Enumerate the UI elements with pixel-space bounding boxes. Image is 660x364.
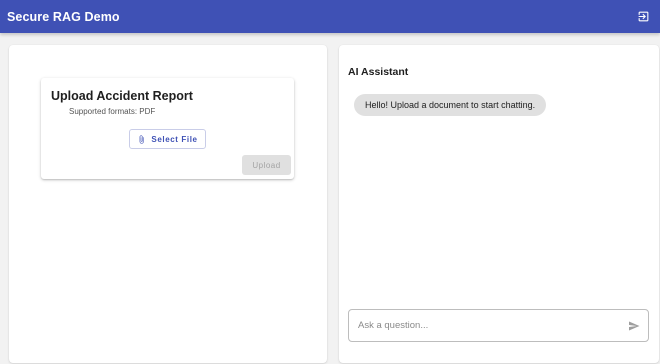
chat-panel: AI Assistant Hello! Upload a document to… (339, 45, 659, 363)
upload-card: Upload Accident Report Supported formats… (41, 78, 294, 179)
send-icon[interactable] (627, 319, 641, 333)
app-bar: Secure RAG Demo (0, 0, 660, 33)
question-input[interactable] (358, 320, 627, 331)
assistant-message-bubble: Hello! Upload a document to start chatti… (354, 94, 547, 116)
select-file-label: Select File (151, 134, 198, 144)
question-input-box (348, 309, 649, 342)
supported-formats-text: Supported formats: PDF (69, 107, 156, 116)
logout-icon[interactable] (634, 8, 652, 26)
upload-button[interactable]: Upload (242, 155, 291, 175)
paperclip-icon (137, 134, 146, 145)
upload-panel: Upload Accident Report Supported formats… (9, 45, 327, 363)
upload-title: Upload Accident Report (51, 89, 193, 103)
select-file-button[interactable]: Select File (129, 129, 206, 149)
app-title: Secure RAG Demo (7, 9, 120, 24)
chat-title: AI Assistant (348, 66, 409, 78)
